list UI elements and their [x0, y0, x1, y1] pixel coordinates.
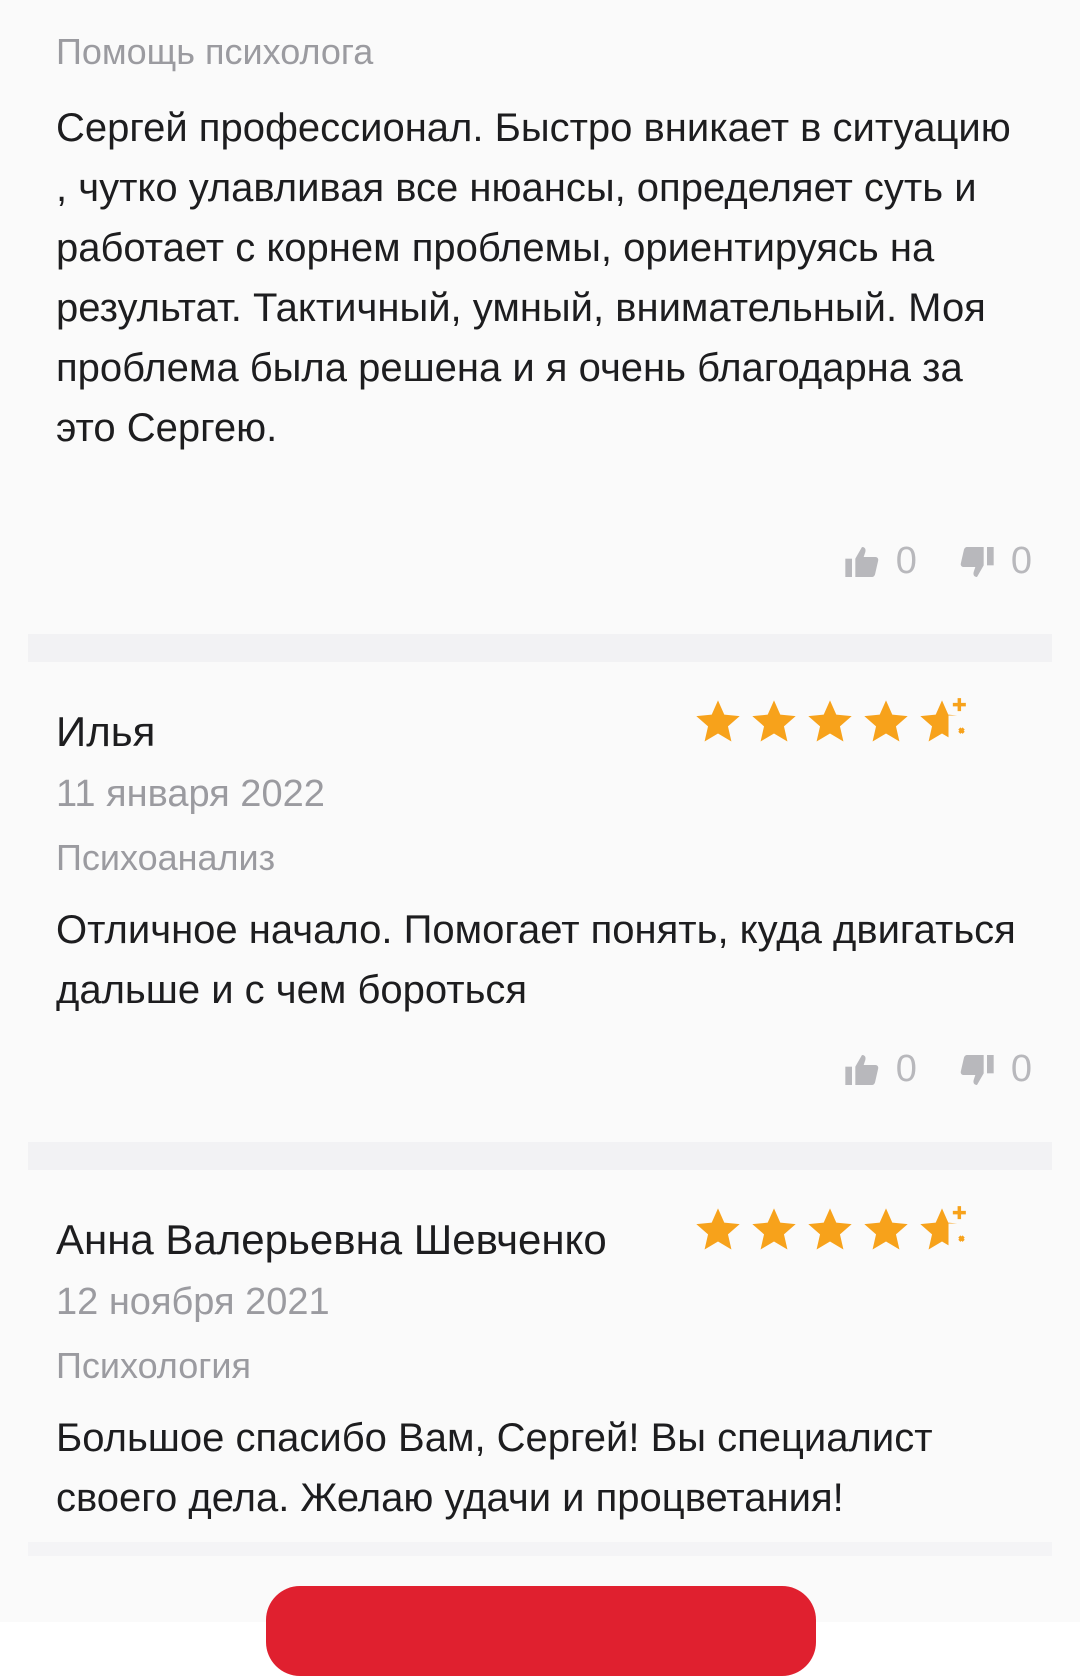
star-icon [752, 1208, 796, 1250]
star-icon [696, 700, 740, 742]
rating-stars [692, 696, 968, 748]
like-button[interactable]: 0 [842, 540, 947, 583]
star-half-icon [920, 698, 968, 748]
review-date: 11 января 2022 [56, 773, 325, 815]
primary-action-button[interactable] [266, 1586, 816, 1676]
review-author: Анна Валерьевна Шевченко [56, 1216, 607, 1263]
review-text: Отличное начало. Помогает понять, куда д… [56, 908, 1016, 1012]
like-count: 0 [895, 540, 917, 582]
review-card-3: Анна Валерьевна Шевченко 12 ноября 2021 … [56, 1204, 1024, 1528]
reviews-page: Помощь психолога Сергей профессионал. Бы… [0, 0, 1080, 1676]
thumbs-up-icon [845, 1054, 878, 1085]
review-votes-2: 0 0 [842, 1048, 1032, 1091]
dislike-count: 0 [1010, 540, 1032, 582]
like-count: 0 [895, 1048, 917, 1090]
thumbs-up-icon [845, 546, 878, 577]
review-card-1: Помощь психолога Сергей профессионал. Бы… [56, 20, 1024, 458]
review-category: Психология [56, 1345, 251, 1386]
review-category: Помощь психолога [56, 31, 374, 72]
star-icon [752, 700, 796, 742]
review-header: Илья [56, 696, 1024, 760]
review-text: Большое спасибо Вам, Сергей! Вы специали… [56, 1416, 933, 1520]
star-icon [864, 700, 908, 742]
review-author: Илья [56, 708, 156, 755]
rating-stars [692, 1204, 968, 1256]
content-fade [28, 1542, 1052, 1556]
dislike-button[interactable]: 0 [957, 1048, 1032, 1091]
review-category: Психоанализ [56, 837, 276, 878]
review-card-2: Илья 11 января 2022 Психоанализ Отличное… [56, 696, 1024, 1020]
thumbs-down-icon [960, 546, 994, 577]
thumbs-down-icon [960, 1054, 994, 1085]
dislike-button[interactable]: 0 [957, 540, 1032, 583]
star-icon [864, 1208, 908, 1250]
review-votes-1: 0 0 [842, 540, 1032, 583]
review-divider [28, 1142, 1052, 1170]
review-divider [28, 634, 1052, 662]
like-button[interactable]: 0 [842, 1048, 947, 1091]
star-icon [808, 700, 852, 742]
review-date: 12 ноября 2021 [56, 1281, 330, 1323]
star-icon [696, 1208, 740, 1250]
dislike-count: 0 [1010, 1048, 1032, 1090]
review-header: Анна Валерьевна Шевченко [56, 1204, 1024, 1268]
review-text: Сергей профессионал. Быстро вникает в си… [56, 106, 1011, 450]
star-half-icon [920, 1206, 968, 1256]
star-icon [808, 1208, 852, 1250]
